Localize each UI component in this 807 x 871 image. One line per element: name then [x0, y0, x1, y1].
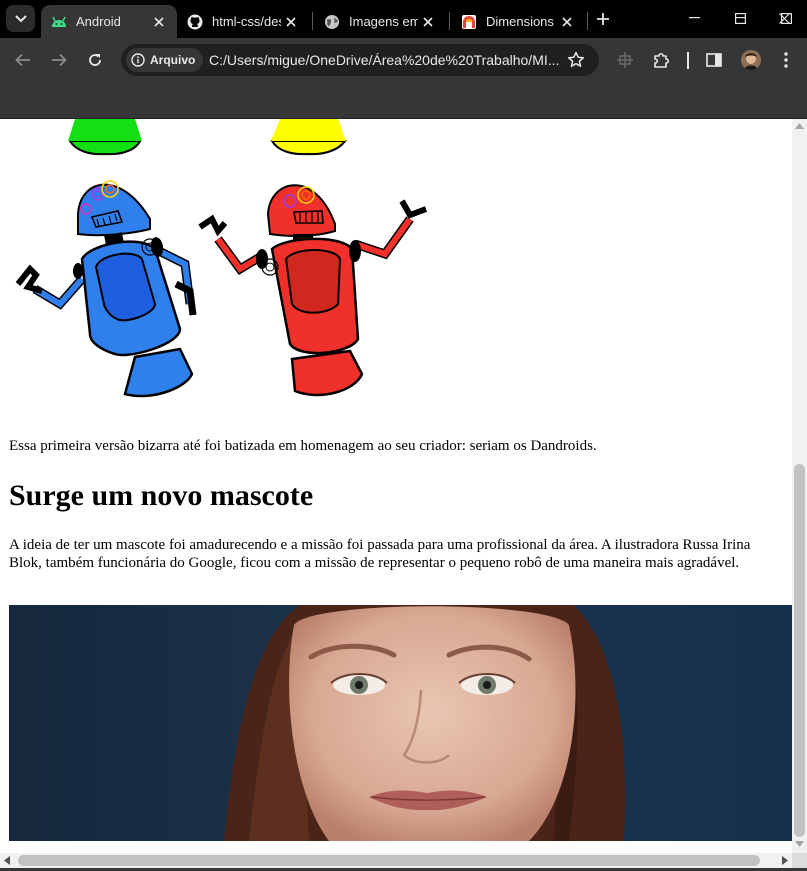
toolbar-divider [687, 52, 689, 69]
window-minimize-button[interactable] [671, 0, 717, 36]
scroll-left-arrow-icon[interactable] [4, 856, 10, 865]
globe-icon [324, 14, 340, 30]
cast-icon [617, 52, 633, 68]
address-bar[interactable]: Arquivo C:/Users/migue/OneDrive/Área%20d… [121, 44, 599, 76]
dandroids-illustration [15, 119, 428, 398]
close-icon[interactable] [149, 12, 169, 32]
forward-arrow-icon [52, 53, 67, 67]
profile-avatar[interactable] [741, 50, 761, 70]
window-maximize-button[interactable] [717, 0, 763, 36]
scroll-right-arrow-icon[interactable] [782, 856, 788, 865]
window-close-button[interactable] [761, 0, 807, 36]
star-icon[interactable] [567, 51, 585, 69]
site-chip-label: Arquivo [150, 53, 196, 67]
info-icon [131, 53, 145, 67]
maximize-icon [734, 12, 746, 24]
tab-search-button[interactable] [6, 5, 35, 32]
page-viewport: Essa primeira versão bizarra até foi bat… [0, 119, 792, 853]
forward-button[interactable] [45, 46, 73, 74]
new-tab-button[interactable] [592, 8, 614, 30]
horizontal-scrollbar-thumb[interactable] [18, 855, 760, 866]
bookmarks-bar [0, 82, 807, 119]
menu-button[interactable] [772, 46, 800, 74]
scroll-down-arrow-icon[interactable] [795, 841, 804, 847]
side-panel-icon [706, 53, 722, 67]
close-icon [778, 12, 790, 24]
close-icon[interactable] [281, 12, 301, 32]
back-arrow-icon [15, 53, 30, 67]
red-robot [198, 184, 428, 397]
vertical-scrollbar-thumb[interactable] [794, 464, 805, 837]
blue-robot [15, 180, 197, 398]
reload-icon [89, 54, 101, 66]
reload-button[interactable] [81, 46, 109, 74]
side-panel-button[interactable] [700, 46, 728, 74]
site-info-chip[interactable]: Arquivo [126, 48, 204, 72]
toolbar: Arquivo C:/Users/migue/OneDrive/Área%20d… [0, 38, 807, 82]
minimize-icon [688, 17, 700, 19]
dimensions-icon [461, 14, 477, 30]
tab-title: Dimensions [486, 14, 554, 29]
tab-imagens[interactable]: Imagens em [314, 5, 446, 38]
tab-dimensions[interactable]: Dimensions [451, 5, 585, 38]
tab-separator [587, 12, 588, 30]
horizontal-scrollbar[interactable] [0, 853, 792, 868]
vertical-scrollbar[interactable] [792, 119, 807, 853]
section-heading: Surge um novo mascote [9, 479, 314, 512]
paragraph-dandroids: Essa primeira versão bizarra até foi bat… [9, 438, 597, 454]
tab-title: Imagens em [349, 14, 418, 29]
scrollbar-corner [792, 853, 807, 868]
cast-button[interactable] [611, 46, 639, 74]
tab-separator [312, 12, 313, 30]
url-text[interactable]: C:/Users/migue/OneDrive/Área%20de%20Trab… [209, 52, 561, 68]
scroll-up-arrow-icon[interactable] [795, 123, 804, 129]
tab-title: html-css/des [212, 14, 281, 29]
puzzle-icon [654, 52, 670, 68]
kebab-menu-icon [784, 52, 788, 68]
tab-separator [449, 12, 450, 30]
chevron-down-icon [14, 14, 27, 22]
close-icon[interactable] [418, 12, 438, 32]
tab-github[interactable]: html-css/des [177, 5, 309, 38]
back-button[interactable] [9, 46, 37, 74]
android-icon [51, 14, 67, 30]
paragraph-irina-blok: A ideia de ter um mascote foi amadurecen… [9, 537, 751, 571]
irina-blok-photo [9, 605, 792, 841]
plus-icon [597, 13, 609, 25]
avatar-image [741, 50, 761, 70]
extensions-button[interactable] [647, 46, 675, 74]
close-icon[interactable] [557, 12, 577, 32]
tab-android[interactable]: Android [41, 5, 177, 38]
github-icon [187, 14, 203, 30]
tab-title: Android [76, 14, 121, 29]
